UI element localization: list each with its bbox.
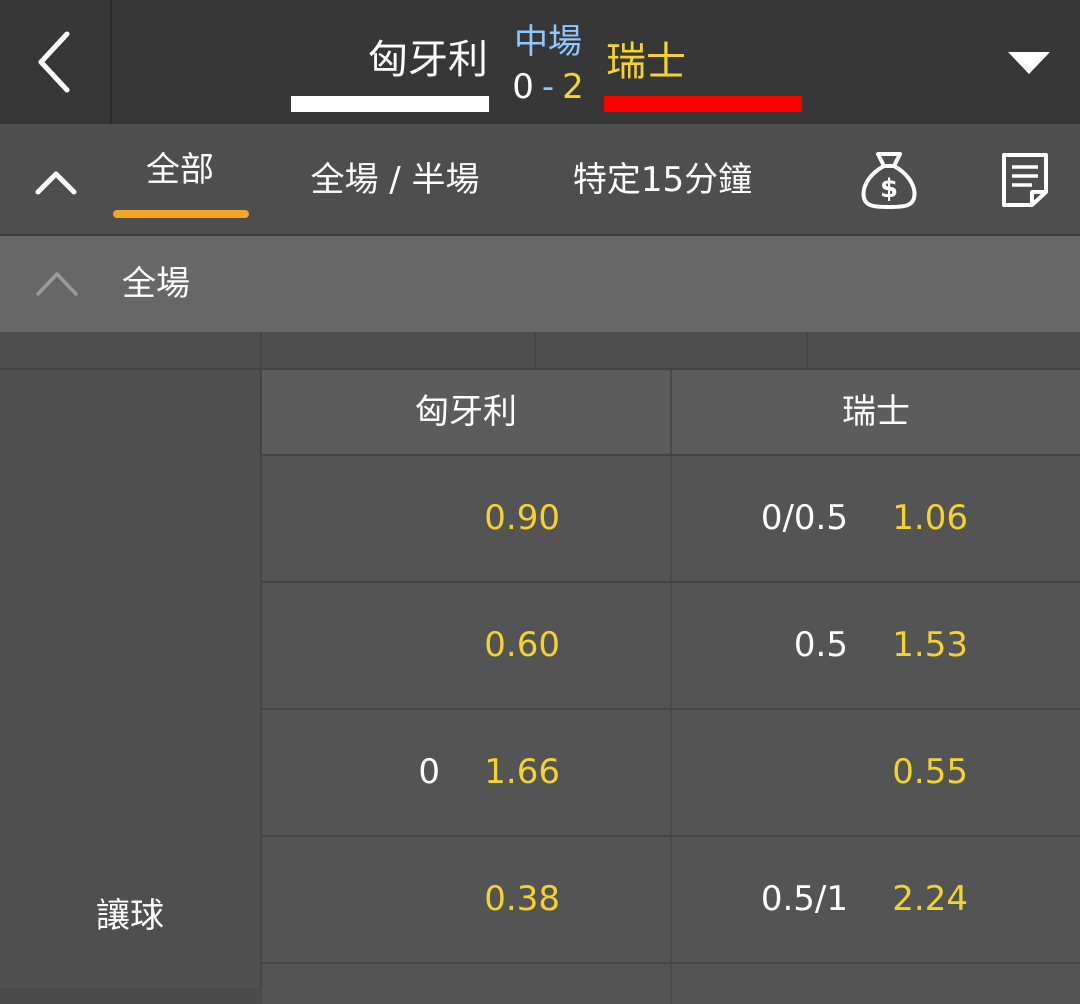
odds-rows: 0.90 0/0.5 1.06 0.60 0.5 1.53 0 1.66 0.5… [262,454,1080,1004]
table-top-cell [260,332,536,368]
match-header: 匈牙利 中場 0-2 瑞士 [0,0,1080,124]
tab-fulltime-halftime[interactable]: 全場 / 半場 [300,156,490,204]
document-icon[interactable] [1000,152,1050,208]
odds-value: 1.66 [484,752,560,792]
svg-text:$: $ [880,174,898,204]
match-dropdown-button[interactable] [1004,46,1054,80]
column-header-away: 瑞士 [672,370,1080,454]
odds-value: 0.38 [484,879,560,919]
odds-value: 1.53 [892,625,968,665]
table-top-strip [0,332,1080,370]
tab-all[interactable]: 全部 [112,146,248,194]
handicap-line: 0.5 [793,625,848,665]
odds-cell-home[interactable]: 0.38 [262,837,670,962]
active-tab-indicator [113,210,249,218]
caret-down-icon [1008,52,1050,74]
market-label-column: 讓球 [0,370,262,988]
odds-cell-home[interactable]: 0 1.66 [262,710,670,835]
odds-cell-away[interactable]: 0/0.5 1.06 [672,456,1080,581]
market-label: 讓球 [96,896,164,936]
market-tabs: 全部 全場 / 半場 特定15分鐘 $ [0,124,1080,236]
table-top-cell [534,332,808,368]
away-team-color-bar [604,96,802,112]
table-row: 0.38 0.5/1 2.24 [262,835,1080,962]
match-score: 0-2 [500,66,596,108]
match-status: 中場 [514,22,582,62]
score-home: 0 [512,67,534,107]
home-team-name: 匈牙利 [368,37,488,83]
away-team-name: 瑞士 [606,39,686,85]
money-bag-icon[interactable]: $ [858,150,920,210]
odds-cell-home[interactable]: 0.90 [262,456,670,581]
odds-cell-home[interactable]: 0.60 [262,583,670,708]
handicap-line: 0/0.5 [760,498,848,538]
back-button[interactable] [0,0,112,124]
collapse-all-button[interactable] [30,162,82,202]
table-top-cell [806,332,1080,368]
table-row: 0.90 0/0.5 1.06 [262,454,1080,581]
chevron-up-icon [35,171,77,195]
column-header-home: 匈牙利 [262,370,670,454]
table-row [262,962,1080,1004]
tab-15-minutes[interactable]: 特定15分鐘 [560,156,765,204]
odds-cell-away[interactable] [672,964,1080,1004]
table-row: 0 1.66 0.55 [262,708,1080,835]
handicap-line: 0.5/1 [760,879,848,919]
score-separator: - [541,67,555,107]
handicap-line: 0 [418,752,440,792]
odds-cell-away[interactable]: 0.5/1 2.24 [672,837,1080,962]
odds-cell-away[interactable]: 0.55 [672,710,1080,835]
home-team-color-bar [291,96,489,112]
odds-cell-home[interactable] [262,964,670,1004]
chevron-left-icon [38,31,70,93]
odds-value: 0.90 [484,498,560,538]
section-fulltime[interactable]: 全場 [0,236,1080,332]
chevron-up-icon [36,272,78,296]
odds-value: 0.60 [484,625,560,665]
section-title: 全場 [122,264,190,304]
odds-value: 2.24 [892,879,968,919]
odds-cell-away[interactable]: 0.5 1.53 [672,583,1080,708]
odds-value: 1.06 [892,498,968,538]
table-row: 0.60 0.5 1.53 [262,581,1080,708]
odds-value: 0.55 [892,752,968,792]
score-away: 2 [562,67,584,107]
